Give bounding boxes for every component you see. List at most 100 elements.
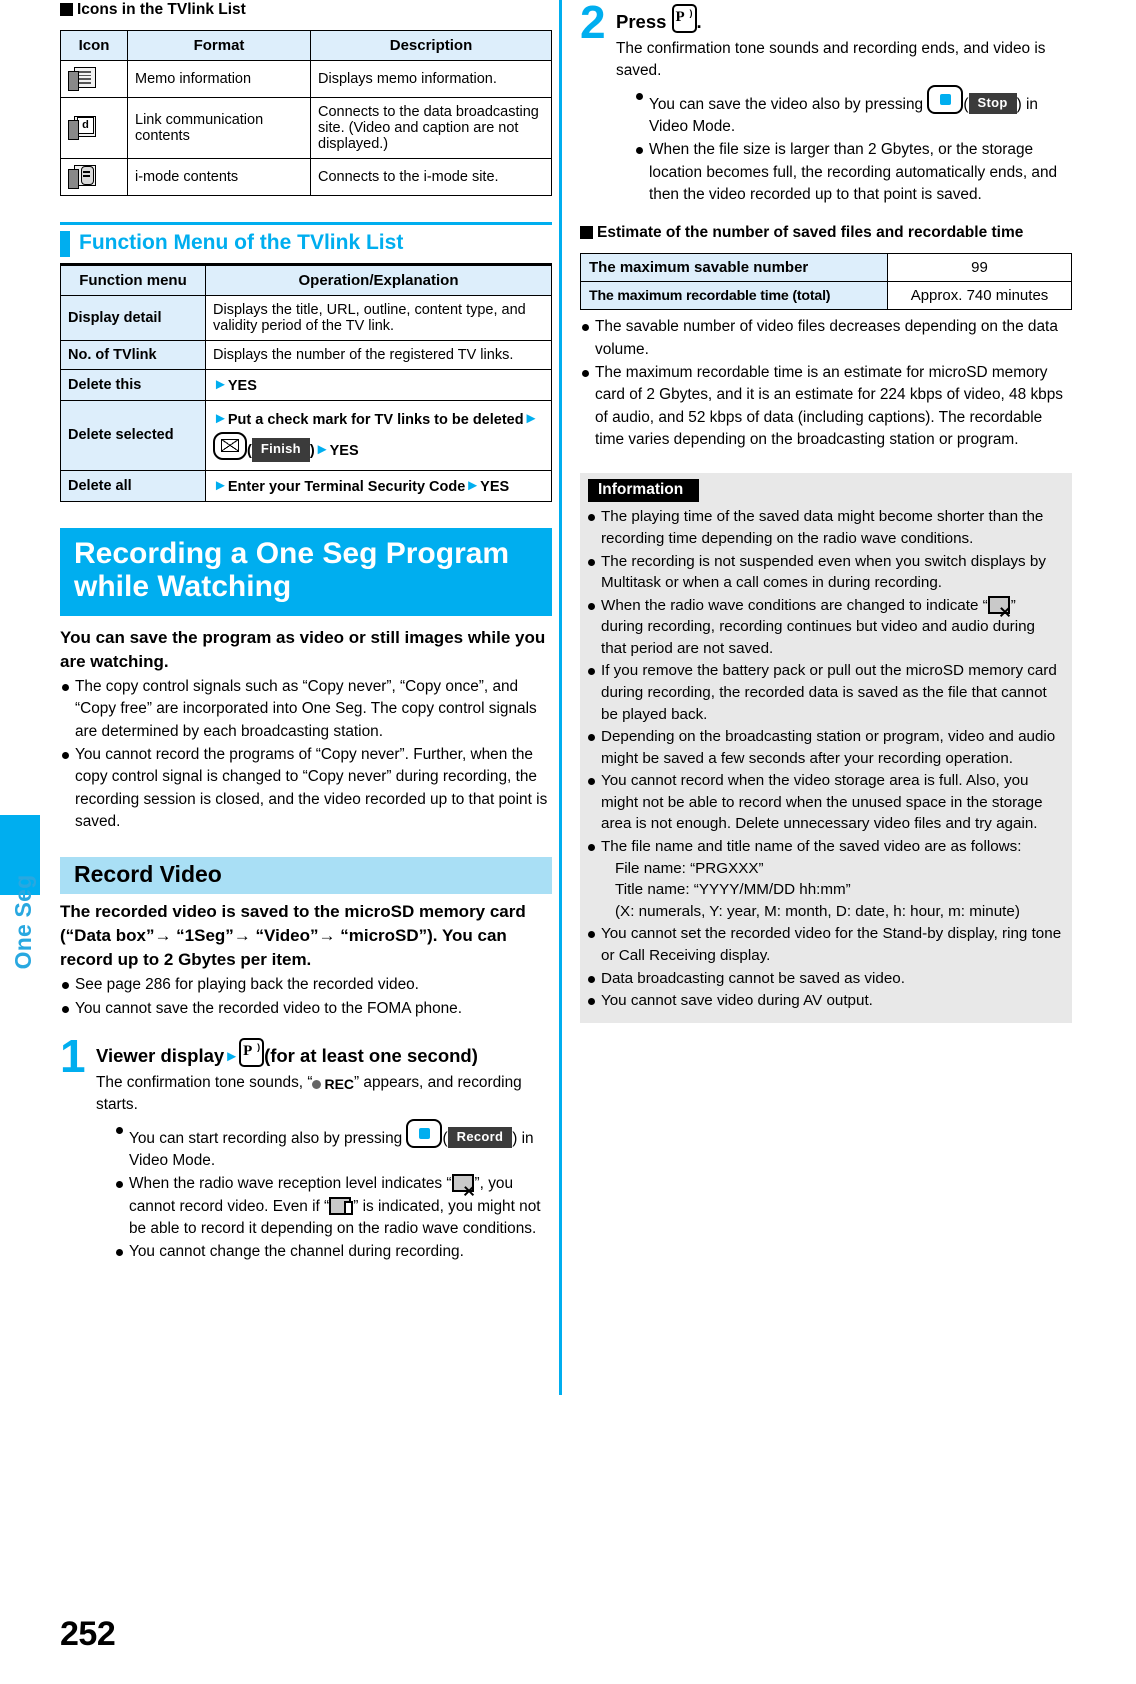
format-cell: Memo information: [127, 60, 311, 99]
p-key-icon: P): [671, 4, 697, 33]
description-cell: Displays memo information.: [310, 60, 552, 99]
step2-bullet-list: You can save the video also by pressing …: [634, 84, 1072, 207]
table-row: Memo information Displays memo informati…: [60, 60, 552, 99]
arrow-icon: ►: [465, 476, 481, 494]
step-title: Viewer display► P) (for at least one secon…: [96, 1038, 552, 1069]
step-title-pre: Viewer display: [96, 1045, 225, 1067]
step-title-post: .: [696, 11, 702, 32]
rec-label: REC: [324, 1075, 355, 1092]
tvlink-icons-table: Icon Format Description Memo information…: [60, 30, 552, 197]
table-row: The maximum savable number 99: [580, 253, 1072, 283]
operation-cell: ►Put a check mark for TV links to be del…: [205, 400, 552, 471]
side-tab-label: One Seg: [10, 874, 36, 970]
bullet-pre: You can start recording also by pressing: [129, 1129, 407, 1147]
right-column: 2 Press P). The confirmation tone sounds…: [580, 0, 1072, 1023]
table-header-row: Function menu Operation/Explanation: [60, 265, 552, 297]
list-item: You cannot record when the video storage…: [586, 770, 1062, 835]
step-title-post: (for at least one second): [264, 1045, 478, 1067]
manual-page: One Seg 252 Icons in the TVlink List Ico…: [0, 0, 1136, 1684]
left-column: Icons in the TVlink List Icon Format Des…: [60, 0, 552, 1265]
memo-icon: [68, 67, 96, 92]
menu-cell: Display detail: [60, 295, 206, 342]
step-body: Press P). The confirmation tone sounds a…: [616, 4, 1072, 207]
operation-text-1: Enter your Terminal Security Code: [227, 478, 466, 495]
estimate-table: The maximum savable number 99 The maximu…: [580, 253, 1072, 311]
list-item: You cannot change the channel during rec…: [114, 1241, 552, 1263]
step-number: 1: [60, 1030, 86, 1083]
col-header-icon: Icon: [60, 30, 128, 62]
file-name-line: File name: “PRGXXX”: [615, 859, 764, 877]
function-menu-heading: Function Menu of the TVlink List: [60, 231, 552, 258]
softkey-label: Record: [447, 1126, 513, 1149]
softkey-label: Finish: [251, 438, 310, 463]
estimate-label: The maximum recordable time (total): [580, 281, 888, 311]
operation-cell: ►Enter your Terminal Security Code►YES: [205, 469, 552, 502]
i-mode-contents-icon: [68, 165, 96, 190]
no-signal-icon: [451, 1174, 475, 1197]
col-header-format: Format: [127, 30, 311, 62]
p-key-icon: P): [239, 1038, 265, 1068]
step-title: Press P).: [616, 4, 1072, 35]
table-row: Display detail Displays the title, URL, …: [60, 295, 552, 342]
list-item: You cannot save video during AV output.: [586, 990, 1062, 1012]
link-communication-icon: d: [68, 116, 96, 141]
center-key-icon: [406, 1118, 443, 1148]
section-title: Record Video: [60, 857, 552, 894]
information-heading: Information: [588, 479, 700, 503]
title-name-line: Title name: “YYYY/MM/DD hh:mm”: [615, 881, 851, 899]
i-mode-contents-icon-cell: [60, 158, 128, 197]
arrow-icon: ►: [213, 376, 228, 394]
memo-icon-cell: [60, 60, 128, 99]
list-item: You can save the video also by pressing …: [634, 84, 1072, 139]
icons-heading-text: Icons in the TVlink List: [77, 1, 246, 18]
step1-bullet-list: You can start recording also by pressing…: [114, 1118, 552, 1264]
list-item: You cannot record the programs of “Copy …: [60, 744, 552, 833]
rec-indicator-icon: REC: [312, 1074, 354, 1094]
mail-key-icon: [213, 432, 247, 461]
bullet-pre: When the radio wave conditions are chang…: [601, 596, 988, 614]
accent-tick: [60, 231, 70, 258]
arrow-icon: ►: [213, 410, 228, 428]
bullet-text: The file name and title name of the save…: [601, 838, 1022, 856]
table-row: The maximum recordable time (total) Appr…: [580, 281, 1072, 311]
col-header-operation: Operation/Explanation: [205, 265, 552, 297]
operation-cell: ►YES: [205, 369, 552, 402]
chapter-bullet-list: The copy control signals such as “Copy n…: [60, 676, 552, 833]
table-row: Delete this ►YES: [60, 369, 552, 402]
arrow-icon: ►: [224, 1048, 240, 1066]
table-row: d Link communication contents Connects t…: [60, 97, 552, 160]
list-item: The savable number of video files decrea…: [580, 316, 1072, 361]
description-cell: Connects to the i-mode site.: [310, 158, 552, 197]
col-header-function-menu: Function menu: [60, 265, 206, 297]
estimate-label: The maximum savable number: [580, 253, 888, 283]
step-description: The confirmation tone sounds, “REC” appe…: [96, 1072, 552, 1117]
list-item: The maximum recordable time is an estima…: [580, 362, 1072, 451]
table-row: Delete all ►Enter your Terminal Security…: [60, 469, 552, 502]
list-item: The file name and title name of the save…: [586, 836, 1062, 922]
function-menu-table: Function menu Operation/Explanation Disp…: [60, 265, 552, 502]
step-body: Viewer display► P) (for at least one secon…: [96, 1038, 552, 1265]
list-item: Data broadcasting cannot be saved as vid…: [586, 968, 1062, 990]
column-divider: [559, 0, 562, 1395]
step-description: The confirmation tone sounds and recordi…: [616, 39, 1046, 80]
icons-heading: Icons in the TVlink List: [60, 0, 552, 20]
step-number: 2: [580, 0, 606, 48]
function-menu-heading-block: Function Menu of the TVlink List: [60, 222, 552, 266]
rule-top: [60, 222, 552, 226]
no-signal-icon: [987, 595, 1011, 618]
list-item: You cannot save the recorded video to th…: [60, 998, 552, 1020]
menu-cell: Delete all: [60, 469, 206, 502]
list-item: The recording is not suspended even when…: [586, 551, 1062, 594]
operation-text-1: Put a check mark for TV links to be dele…: [227, 412, 524, 429]
list-item: See page 286 for playing back the record…: [60, 974, 552, 996]
page-number: 252: [60, 1615, 116, 1653]
table-row: Delete selected ►Put a check mark for TV…: [60, 400, 552, 471]
operation-text-2: YES: [480, 478, 510, 495]
list-item: Depending on the broadcasting station or…: [586, 726, 1062, 769]
col-header-description: Description: [310, 30, 552, 62]
list-item: You cannot set the recorded video for th…: [586, 923, 1062, 966]
operation-text-2: YES: [329, 443, 359, 460]
menu-cell: Delete selected: [60, 400, 206, 471]
step-title-pre: Press: [616, 11, 667, 32]
center-key-icon: [927, 84, 964, 114]
